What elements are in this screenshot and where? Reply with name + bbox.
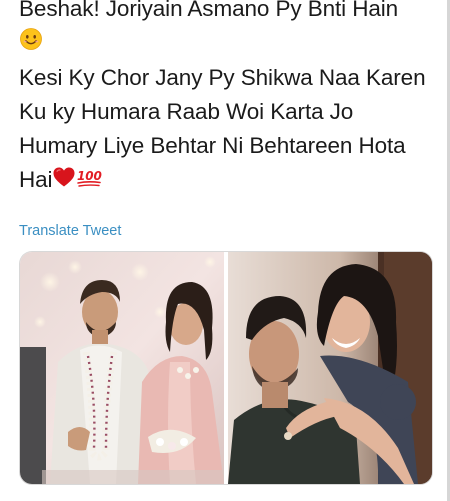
tweet-text-line-2 [19, 26, 439, 61]
tweet-photo-2[interactable] [228, 252, 432, 484]
tweet-text-line-3: Kesi Ky Chor Jany Py Shikwa Naa Karen [19, 65, 426, 91]
tweet-text-line-5: Humary Liye Behtar Ni Behtareen Hota [19, 133, 406, 159]
hundred-points-emoji: 100 [76, 164, 102, 198]
couple-photo-icon [228, 252, 432, 484]
tweet-text-line-4: Ku ky Humara Raab Woi Karta Jo [19, 99, 354, 125]
tweet: Beshak! Joriyain Asmano Py Bnti Hain Kes… [0, 0, 450, 501]
tweet-text: Beshak! Joriyain Asmano Py Bnti Hain Kes… [19, 0, 439, 198]
hundred-points-label: 100 [77, 169, 102, 183]
tweet-text-line-6: Hai 100 [19, 163, 439, 198]
tweet-text-line-6-word: Hai [19, 167, 53, 193]
wedding-photo-icon [20, 252, 224, 484]
smiling-face-emoji [19, 27, 43, 61]
tweet-text-line-1: Beshak! Joriyain Asmano Py Bnti Hain [19, 0, 399, 21]
tweet-photo-1[interactable] [20, 252, 224, 484]
tweet-media-grid[interactable] [20, 252, 432, 484]
red-heart-emoji [52, 164, 76, 198]
translate-tweet-link[interactable]: Translate Tweet [19, 223, 121, 239]
